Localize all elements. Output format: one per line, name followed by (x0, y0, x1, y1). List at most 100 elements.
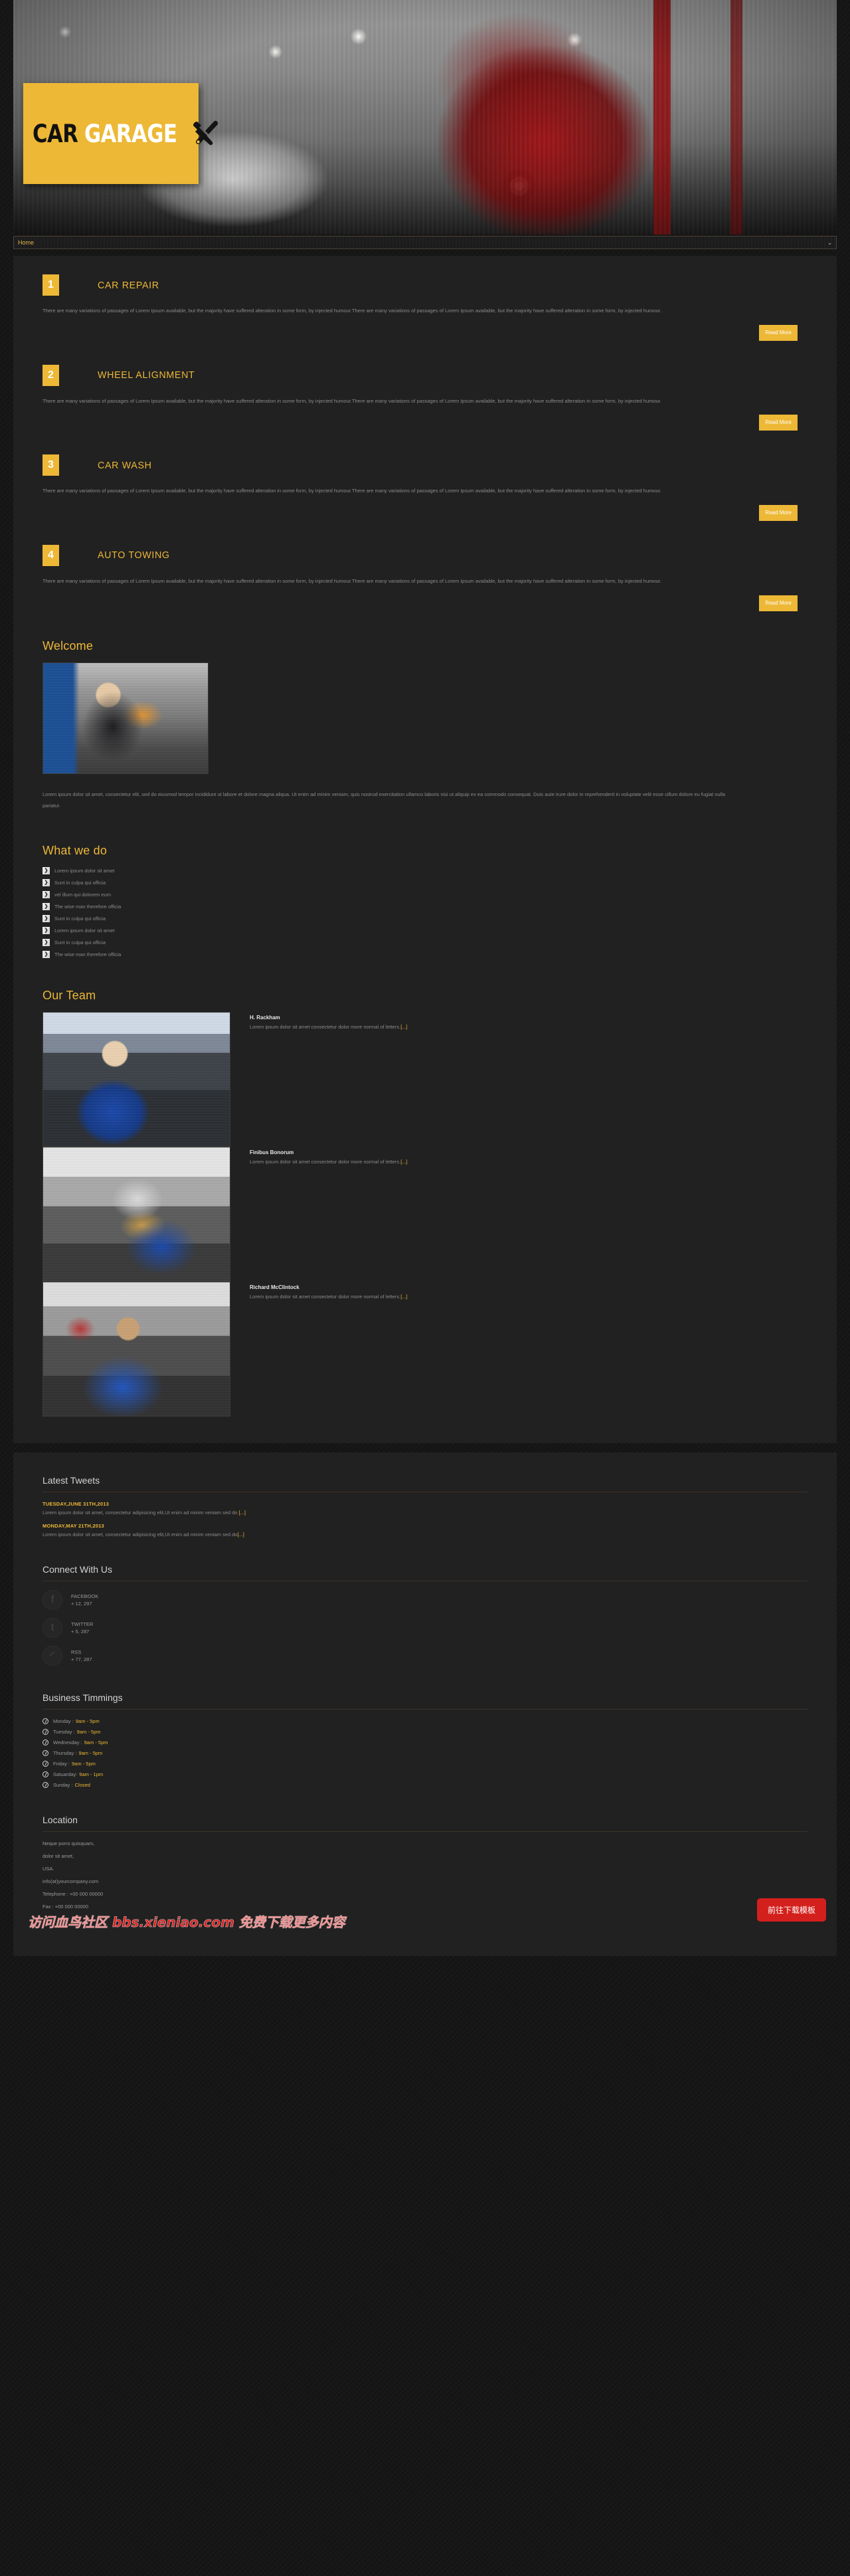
hours-time: 9am - 5pm (76, 1728, 101, 1735)
list-item[interactable]: ❯ Sunt in culpa qui officia (42, 938, 808, 946)
chevron-right-icon: ❯ (42, 878, 50, 886)
read-more-button[interactable]: Read More (759, 595, 798, 611)
list-item-label: The wise man therefore officia (54, 951, 122, 957)
service-header: 2 WHEEL ALIGNMENT (42, 364, 808, 386)
team-member-desc: Lorem ipsum dolor sit amet consectetur d… (250, 1294, 408, 1300)
list-item-label: vel illum qui dolorem eum (54, 891, 112, 898)
social-count: + 12, 297 (71, 1600, 92, 1607)
tweet-more-link[interactable]: [...] (237, 1532, 244, 1537)
twitter-icon: t (42, 1617, 62, 1638)
service-title: AUTO TOWING (98, 549, 170, 561)
hours-row: Tuesday : 9am - 5pm (42, 1728, 808, 1735)
site-header: CAR GARAGE (13, 0, 837, 235)
latest-tweets-section: Latest Tweets TUESDAY,JUNE 31TH,2013 Lor… (42, 1475, 808, 1537)
list-item-label: Sunt in culpa qui officia (54, 915, 106, 922)
team-member-desc-text: Lorem ipsum dolor sit amet consectetur d… (250, 1293, 401, 1300)
team-member-photo (42, 1146, 230, 1282)
list-item[interactable]: ❯ Sunt in culpa qui officia (42, 914, 808, 922)
location-line: dolor sit amet, (42, 1852, 74, 1859)
hours-day: Sunday : (53, 1781, 73, 1788)
team-member-desc-text: Lorem ipsum dolor sit amet consectetur d… (250, 1158, 401, 1165)
team-member-name: H. Rackham (250, 1014, 280, 1021)
list-item[interactable]: ❯ Lorem ipsum dolor sit amet (42, 866, 808, 874)
service-auto-towing: 4 AUTO TOWING There are many variations … (42, 544, 808, 611)
main-navigation[interactable]: Home ⌄ (13, 236, 837, 249)
social-name: RSS (71, 1648, 82, 1655)
service-description: There are many variations of passages of… (42, 308, 661, 314)
social-meta: RSS + 77, 287 (71, 1648, 92, 1664)
service-number-badge: 1 (42, 274, 59, 296)
service-number-badge: 4 (42, 544, 59, 566)
service-car-repair: 1 CAR REPAIR There are many variations o… (42, 274, 808, 341)
read-more-button[interactable]: Read More (759, 324, 798, 341)
service-description: There are many variations of passages of… (42, 488, 661, 494)
hours-day: Friday : (53, 1760, 70, 1767)
chevron-right-icon: ❯ (42, 950, 50, 958)
what-we-do-title: What we do (42, 843, 108, 857)
tweet-date: MONDAY,MAY 21TH,2013 (42, 1522, 104, 1529)
team-member-more-link[interactable]: [...] (400, 1024, 407, 1030)
clock-icon (42, 1739, 48, 1745)
business-timings-title: Business Timmings (42, 1692, 808, 1710)
social-count: + 77, 287 (71, 1656, 92, 1662)
team-member: H. Rackham Lorem ipsum dolor sit amet co… (42, 1011, 808, 1147)
read-more-button[interactable]: Read More (759, 504, 798, 521)
chevron-right-icon: ❯ (42, 914, 50, 922)
chevron-right-icon: ❯ (42, 890, 50, 898)
location-title: Location (42, 1815, 808, 1832)
service-number-badge: 3 (42, 454, 59, 476)
list-item[interactable]: ❯ The wise man therefore officia (42, 902, 808, 910)
team-member-more-link[interactable]: [...] (400, 1159, 407, 1165)
hours-time: 9am - 5pm (84, 1739, 108, 1745)
chevron-right-icon: ❯ (42, 938, 50, 946)
team-member-desc-text: Lorem ipsum dolor sit amet consectetur d… (250, 1023, 401, 1030)
list-item[interactable]: ❯ Lorem ipsum dolor sit amet (42, 926, 808, 934)
hours-row: Friday : 9am - 5pm (42, 1760, 808, 1767)
location-email[interactable]: info(at)yourcompany.com (42, 1878, 808, 1884)
service-actions: Read More (42, 324, 808, 341)
social-link-twitter[interactable]: t TWITTER + 5, 287 (42, 1617, 808, 1638)
tweet-text: Lorem ipsum dolor sit amet, consectetur … (42, 1510, 808, 1516)
tweet-date: TUESDAY,JUNE 31TH,2013 (42, 1500, 109, 1507)
social-meta: TWITTER + 5, 287 (71, 1621, 93, 1636)
team-member-more-link[interactable]: [...] (400, 1294, 407, 1300)
rss-icon: ◜ (42, 1645, 62, 1666)
hours-day: Thursday : (53, 1749, 77, 1756)
hours-row: Satuarday: 9am - 1pm (42, 1771, 808, 1777)
tweet-more-link[interactable]: [...] (239, 1510, 246, 1516)
tweet-item: TUESDAY,JUNE 31TH,2013 Lorem ipsum dolor… (42, 1501, 808, 1516)
site-logo[interactable]: CAR GARAGE (23, 83, 218, 184)
hours-time: 9am - 5pm (78, 1749, 103, 1756)
social-link-facebook[interactable]: f FACEBOOK + 12, 297 (42, 1589, 808, 1610)
download-template-button[interactable]: 前往下载模板 (756, 1898, 826, 1922)
clock-icon (42, 1728, 48, 1735)
social-link-rss[interactable]: ◜ RSS + 77, 287 (42, 1645, 808, 1666)
social-count: + 5, 287 (71, 1628, 90, 1635)
hours-row: Wednesday : 9am - 5pm (42, 1739, 808, 1745)
list-item[interactable]: ❯ vel illum qui dolorem eum (42, 890, 808, 898)
welcome-section: Welcome Lorem ipsum dolor sit amet, cons… (42, 639, 808, 812)
service-title: CAR WASH (98, 459, 152, 471)
service-title: CAR REPAIR (98, 279, 159, 291)
main-content-panel: 1 CAR REPAIR There are many variations o… (13, 256, 837, 1443)
location-telephone: Telephone : +00 000 00000 (42, 1890, 104, 1897)
team-member-info: Richard McClintock Lorem ipsum dolor sit… (250, 1282, 408, 1417)
nav-page-select[interactable]: Home ⌄ (13, 236, 837, 249)
service-number-badge: 2 (42, 364, 59, 386)
list-item[interactable]: ❯ Sunt in culpa qui officia (42, 878, 808, 886)
team-member-name: Finibus Bonorum (250, 1149, 294, 1155)
read-more-button[interactable]: Read More (759, 415, 798, 431)
list-item[interactable]: ❯ The wise man therefore officia (42, 950, 808, 958)
chevron-right-icon: ❯ (42, 926, 50, 934)
hours-day: Monday : (53, 1718, 74, 1724)
location-line: Neque porro quisquam, (42, 1840, 95, 1846)
tweet-item: MONDAY,MAY 21TH,2013 Lorem ipsum dolor s… (42, 1523, 808, 1537)
clock-icon (42, 1781, 48, 1788)
service-description: There are many variations of passages of… (42, 577, 661, 584)
hours-time: 9am - 5pm (72, 1760, 96, 1767)
logo-text-car: CAR (33, 119, 78, 148)
our-team-title: Our Team (42, 988, 96, 1002)
chevron-down-icon: ⌄ (827, 239, 832, 246)
social-meta: FACEBOOK + 12, 297 (71, 1593, 98, 1608)
chevron-right-icon: ❯ (42, 902, 50, 910)
